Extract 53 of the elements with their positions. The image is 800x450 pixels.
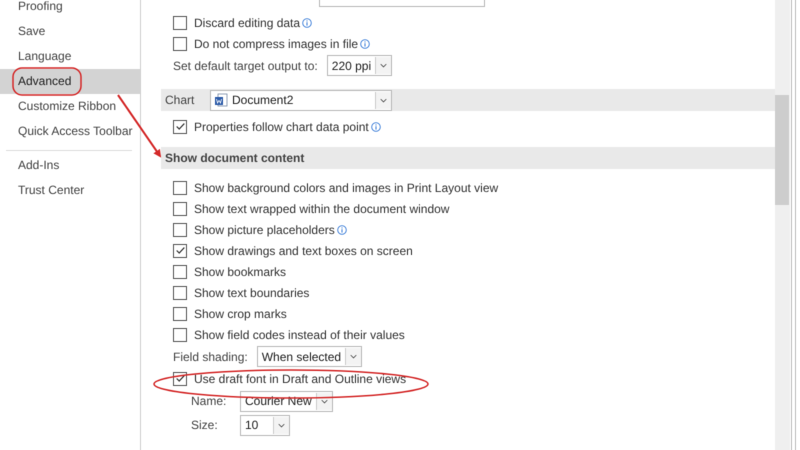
- option-label: Show crop marks: [194, 306, 287, 320]
- option-label: Properties follow chart data point: [194, 120, 369, 134]
- checkbox[interactable]: [173, 286, 187, 300]
- option-label: Show bookmarks: [194, 264, 286, 278]
- option-label: Discard editing data: [194, 16, 300, 30]
- checkbox[interactable]: [173, 16, 187, 30]
- document-icon: [214, 93, 228, 107]
- scrollbar-thumb[interactable]: [775, 95, 789, 205]
- option-label: Show field codes instead of their values: [194, 328, 405, 342]
- caret-icon: [375, 57, 392, 74]
- caret-icon: [345, 348, 362, 365]
- caret-icon: [273, 416, 289, 434]
- sidebar-item[interactable]: Save: [0, 19, 140, 44]
- option-label: Show background colors and images in Print Layout view: [194, 180, 498, 194]
- dropdown-field[interactable]: Document2: [210, 90, 392, 110]
- checkbox[interactable]: [173, 306, 187, 320]
- caret-icon: [316, 392, 332, 410]
- annotation-outline: [12, 67, 82, 96]
- check-icon: [174, 121, 186, 132]
- scrollbar[interactable]: [775, 0, 790, 450]
- check-icon: [174, 373, 186, 384]
- sidebar-item[interactable]: Customize Ribbon: [0, 94, 140, 119]
- dropdown-field[interactable]: 10: [240, 414, 290, 436]
- checkbox[interactable]: [173, 222, 187, 236]
- option-label: Show text wrapped within the document window: [194, 202, 450, 216]
- option-label: Show drawings and text boxes on screen: [194, 244, 413, 258]
- field-label: Set default target output to:: [173, 58, 318, 72]
- checkbox[interactable]: [173, 264, 187, 278]
- section-title: Show document content: [165, 151, 304, 165]
- option-label: Show picture placeholders: [194, 222, 335, 236]
- dropdown-field[interactable]: 220 ppi: [326, 55, 392, 76]
- field-label: Name:: [191, 394, 228, 408]
- option-label: Use draft font in Draft and Outline views: [194, 372, 406, 386]
- checkbox[interactable]: [173, 244, 187, 258]
- field-label: Field shading:: [173, 350, 248, 364]
- field-label: Size:: [191, 418, 219, 432]
- checkbox[interactable]: [173, 36, 187, 50]
- checkbox[interactable]: [173, 328, 187, 342]
- sidebar-item[interactable]: Proofing: [0, 0, 140, 19]
- sidebar-item[interactable]: Quick Access Toolbar: [0, 119, 140, 144]
- section-title: Chart: [165, 93, 196, 107]
- sidebar-item[interactable]: Add-Ins: [0, 153, 140, 178]
- caret-icon: [375, 92, 391, 108]
- option-label: Show text boundaries: [194, 286, 310, 300]
- sidebar-item[interactable]: Language: [0, 44, 140, 69]
- dropdown-field[interactable]: When selected: [256, 346, 362, 367]
- sidebar-item[interactable]: Advanced: [0, 69, 140, 94]
- checkbox[interactable]: [173, 180, 187, 194]
- checkbox[interactable]: [173, 120, 187, 134]
- sidebar-item[interactable]: Trust Center: [0, 178, 140, 203]
- check-icon: [174, 245, 186, 256]
- option-label: Do not compress images in file: [194, 36, 358, 50]
- checkbox[interactable]: [173, 202, 187, 216]
